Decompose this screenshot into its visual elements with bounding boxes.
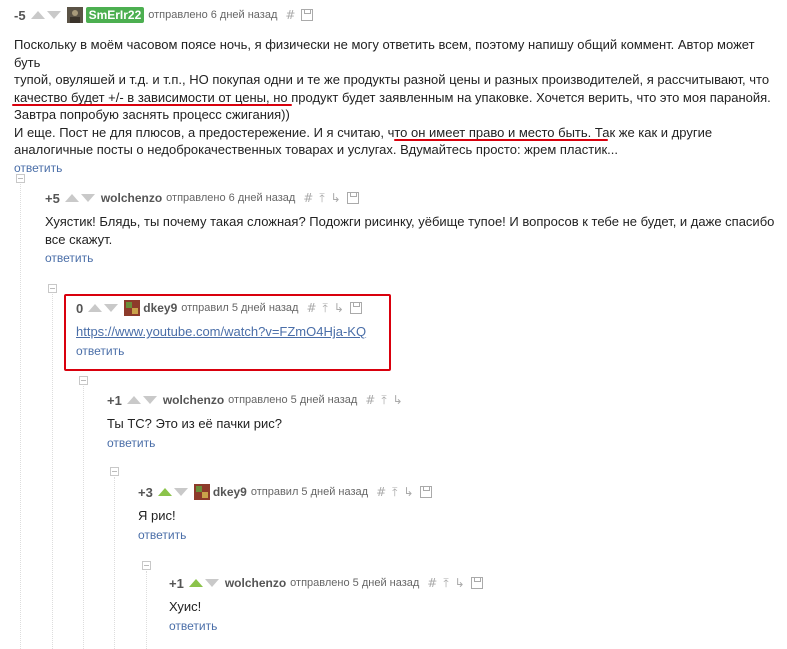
comment-line: все скажут. — [45, 231, 113, 247]
video-link[interactable]: https://www.youtube.com/watch?v=FZmO4Hja… — [76, 324, 366, 339]
comment-line: Ты ТС? Это из её пачки рис? — [107, 416, 282, 431]
upvote-arrow-icon[interactable] — [30, 11, 45, 19]
comment-line: Хуястик! Блядь, ты почему такая сложная?… — [45, 214, 775, 229]
comment-rating: -5 — [14, 7, 26, 23]
comment-body: Хуястик! Блядь, ты почему такая сложная?… — [45, 213, 775, 248]
avatar[interactable] — [124, 300, 141, 316]
author-name[interactable]: wolchenzo — [225, 576, 286, 590]
comment-body: Ты ТС? Это из её пачки рис? — [107, 415, 707, 433]
comment-root: -5 SmErIr22 отправлено 6 дней назад # По… — [14, 6, 774, 177]
comment-rating: +1 — [169, 575, 184, 591]
upvote-arrow-icon[interactable] — [157, 488, 172, 496]
comment-rating: 0 — [76, 300, 84, 316]
downvote-arrow-icon[interactable] — [173, 488, 188, 496]
comment-reply: 0 dkey9 отправил 5 дней назад # ⤒ ↳ http… — [76, 299, 396, 360]
comment-time: отправил 5 дней назад — [250, 486, 369, 498]
comment-line: аналогичные посты о недоброкачественных … — [14, 142, 618, 157]
parent-link-icon[interactable]: ⤒ — [392, 485, 397, 500]
collapse-icon[interactable] — [79, 376, 88, 385]
comment-reply: +3 dkey9 отправил 5 дней назад # ⤒ ↳ Я р… — [138, 483, 698, 544]
collapse-icon[interactable] — [110, 467, 119, 476]
comment-time: отправлено 5 дней назад — [290, 577, 420, 589]
hash-link-icon[interactable]: # — [285, 8, 295, 22]
save-icon[interactable] — [419, 486, 432, 498]
comment-rating: +5 — [45, 190, 60, 206]
collapse-icon[interactable] — [142, 561, 151, 570]
author-name[interactable]: wolchenzo — [163, 393, 224, 407]
tree-icon[interactable]: ↳ — [393, 393, 403, 407]
thread-line — [114, 477, 115, 649]
comment-header: +3 dkey9 отправил 5 дней назад # ⤒ ↳ — [138, 483, 698, 501]
comment-header: 0 dkey9 отправил 5 дней назад # ⤒ ↳ — [76, 299, 396, 317]
comment-header: +1 wolchenzo отправлено 5 дней назад # ⤒… — [107, 391, 707, 409]
downvote-arrow-icon[interactable] — [204, 579, 219, 587]
save-icon[interactable] — [349, 302, 362, 314]
hash-link-icon[interactable]: # — [306, 301, 316, 315]
comment-time: отправил 5 дней назад — [181, 302, 299, 314]
thread-line — [83, 386, 84, 649]
save-icon[interactable] — [301, 9, 314, 21]
comment-body: Хуис! — [169, 598, 729, 616]
comment-time: отправлено 6 дней назад — [148, 9, 278, 21]
parent-link-icon[interactable]: ⤒ — [443, 576, 448, 591]
author-name[interactable]: dkey9 — [213, 485, 247, 499]
comment-body: https://www.youtube.com/watch?v=FZmO4Hja… — [76, 323, 396, 341]
comment-rating: +1 — [107, 392, 122, 408]
parent-link-icon[interactable]: ⤒ — [323, 301, 328, 316]
comment-header: -5 SmErIr22 отправлено 6 дней назад # — [14, 6, 774, 24]
comment-reply: +1 wolchenzo отправлено 5 дней назад # ⤒… — [169, 574, 729, 635]
author-name[interactable]: SmErIr22 — [85, 7, 145, 23]
hash-link-icon[interactable]: # — [303, 191, 313, 205]
parent-link-icon[interactable]: ⤒ — [319, 191, 324, 206]
collapse-icon[interactable] — [48, 284, 57, 293]
reply-link[interactable]: ответить — [169, 619, 217, 633]
downvote-arrow-icon[interactable] — [142, 396, 157, 404]
comment-line: тупой, овуляшей и т.д. и т.п., НО покупа… — [14, 72, 770, 87]
save-icon[interactable] — [470, 577, 483, 589]
comment-rating: +3 — [138, 484, 153, 500]
reply-link[interactable]: ответить — [138, 528, 186, 542]
downvote-arrow-icon[interactable] — [104, 304, 119, 312]
comment-reply: +1 wolchenzo отправлено 5 дней назад # ⤒… — [107, 391, 707, 452]
avatar[interactable] — [66, 7, 83, 23]
comment-header: +5 wolchenzo отправлено 6 дней назад # ⤒… — [45, 189, 775, 207]
comment-line: Я рис! — [138, 508, 176, 523]
parent-link-icon[interactable]: ⤒ — [381, 393, 386, 408]
comment-line: Поскольку в моём часовом поясе ночь, я ф… — [14, 37, 755, 70]
comment-body: Я рис! — [138, 507, 698, 525]
upvote-arrow-icon[interactable] — [88, 304, 103, 312]
hash-link-icon[interactable]: # — [427, 576, 437, 590]
avatar[interactable] — [193, 484, 210, 500]
author-name[interactable]: dkey9 — [143, 301, 177, 315]
highlight-underline — [394, 139, 608, 141]
comment-time: отправлено 6 дней назад — [166, 192, 296, 204]
reply-link[interactable]: ответить — [45, 251, 93, 265]
thread-line — [52, 294, 53, 649]
downvote-arrow-icon[interactable] — [46, 11, 61, 19]
reply-link[interactable]: ответить — [107, 436, 155, 450]
thread-line — [20, 184, 21, 649]
hash-link-icon[interactable]: # — [376, 485, 386, 499]
upvote-arrow-icon[interactable] — [64, 194, 79, 202]
comment-header: +1 wolchenzo отправлено 5 дней назад # ⤒… — [169, 574, 729, 592]
save-icon[interactable] — [346, 192, 359, 204]
author-name[interactable]: wolchenzo — [101, 191, 162, 205]
thread-line — [146, 571, 147, 649]
downvote-arrow-icon[interactable] — [80, 194, 95, 202]
tree-icon[interactable]: ↳ — [331, 191, 341, 205]
collapse-icon[interactable] — [16, 174, 25, 183]
reply-link[interactable]: ответить — [76, 344, 124, 358]
hash-link-icon[interactable]: # — [365, 393, 375, 407]
reply-link[interactable]: ответить — [14, 161, 62, 175]
tree-icon[interactable]: ↳ — [334, 301, 344, 315]
tree-icon[interactable]: ↳ — [455, 576, 465, 590]
highlight-underline — [12, 104, 292, 106]
tree-icon[interactable]: ↳ — [403, 485, 413, 499]
upvote-arrow-icon[interactable] — [188, 579, 203, 587]
comment-time: отправлено 5 дней назад — [228, 394, 358, 406]
upvote-arrow-icon[interactable] — [126, 396, 141, 404]
comment-line: Хуис! — [169, 599, 202, 614]
comment-line: Завтра попробую заснять процесс сжигания… — [14, 107, 290, 122]
comment-reply: +5 wolchenzo отправлено 6 дней назад # ⤒… — [45, 189, 775, 267]
